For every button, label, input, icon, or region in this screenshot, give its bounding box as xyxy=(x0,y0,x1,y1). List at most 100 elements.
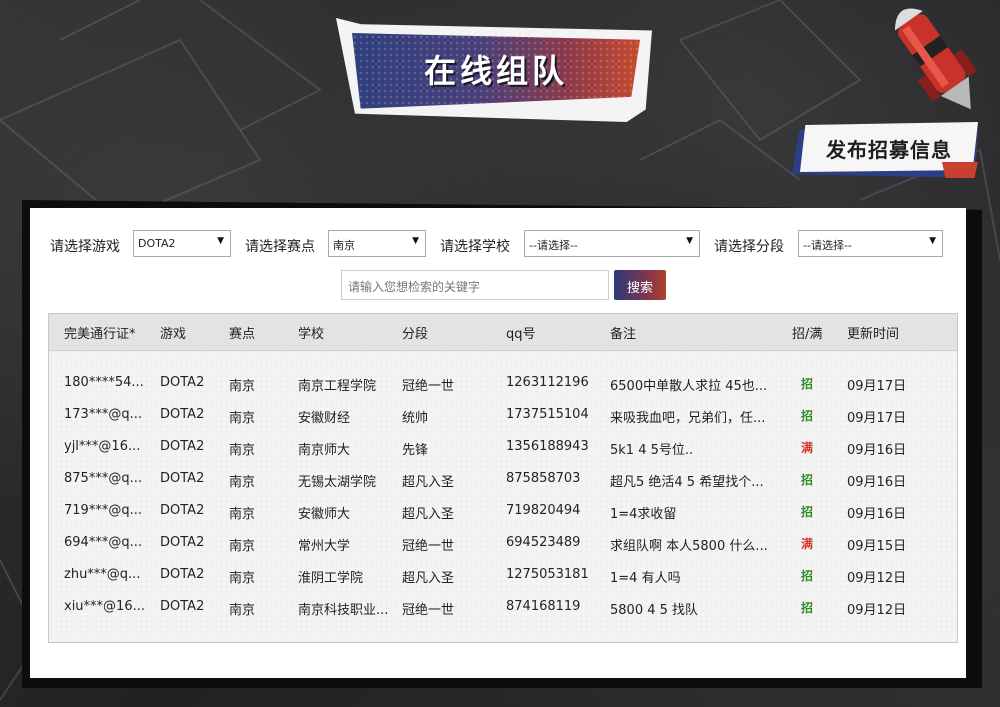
cell-venue: 南京 xyxy=(229,571,256,586)
rank-filter-label: 请选择分段 xyxy=(714,239,784,255)
cell-school: 南京师大 xyxy=(298,443,351,458)
cell-qq[interactable]: 694523489 xyxy=(506,535,580,550)
title-banner: 在线组队 xyxy=(330,14,660,126)
cell-account: xiu***@16... xyxy=(64,599,145,614)
table-row[interactable]: 694***@q... DOTA2 南京 常州大学 冠绝一世 694523489 求组队啊 … xyxy=(49,527,957,559)
venue-filter-label: 请选择赛点 xyxy=(245,239,315,255)
cell-school: 常州大学 xyxy=(298,539,351,554)
cell-rank: 超凡入圣 xyxy=(402,475,455,490)
cell-account: 694***@q... xyxy=(64,535,142,550)
header-status: 招/满 xyxy=(792,327,823,342)
table-row[interactable]: xiu***@16... DOTA2 南京 南京科技职业... 冠绝一世 87416811… xyxy=(49,591,957,623)
publish-recruitment-button[interactable]: 发布招募信息 xyxy=(792,122,982,178)
table-row[interactable]: 180****54... DOTA2 南京 南京工程学院 冠绝一世 1263112196 6… xyxy=(49,367,957,399)
cell-venue: 南京 xyxy=(229,507,256,522)
cell-qq[interactable]: 1737515104 xyxy=(506,407,589,422)
cell-qq[interactable]: 719820494 xyxy=(506,503,580,518)
cell-note: 超凡5 绝活4 5 希望找个... xyxy=(610,475,764,490)
cell-account: 719***@q... xyxy=(64,503,142,518)
team-panel: 请选择游戏 DOTA2 ▼ 请选择赛点 南京 ▼ 请选择学校 --请选择-- ▼… xyxy=(30,208,966,678)
cell-school: 无锡太湖学院 xyxy=(298,475,377,490)
cell-note: 1=4求收留 xyxy=(610,507,677,522)
table-row[interactable]: 173***@q... DOTA2 南京 安徽财经 统帅 1737515104 来吸我血吧，… xyxy=(49,399,957,431)
cell-school: 南京工程学院 xyxy=(298,379,377,394)
cell-status: 招 xyxy=(801,409,814,423)
game-filter-label: 请选择游戏 xyxy=(50,239,120,255)
chevron-down-icon: ▼ xyxy=(686,236,693,246)
table-row[interactable]: yjl***@16... DOTA2 南京 南京师大 先锋 1356188943 5k1 4… xyxy=(49,431,957,463)
table-row[interactable]: 719***@q... DOTA2 南京 安徽师大 超凡入圣 719820494 1=4求收… xyxy=(49,495,957,527)
cell-game: DOTA2 xyxy=(160,503,205,518)
cell-updated: 09月15日 xyxy=(847,539,907,554)
cell-updated: 09月17日 xyxy=(847,411,907,426)
cell-rank: 冠绝一世 xyxy=(402,603,455,618)
school-select-value: --请选择-- xyxy=(529,239,578,252)
school-filter-label: 请选择学校 xyxy=(440,239,510,255)
cell-venue: 南京 xyxy=(229,603,256,618)
cell-game: DOTA2 xyxy=(160,599,205,614)
cell-updated: 09月16日 xyxy=(847,475,907,490)
school-select[interactable]: --请选择-- ▼ xyxy=(524,230,700,257)
rank-select[interactable]: --请选择-- ▼ xyxy=(798,230,943,257)
table-row[interactable]: zhu***@q... DOTA2 南京 淮阴工学院 超凡入圣 1275053181 1=4… xyxy=(49,559,957,591)
game-select[interactable]: DOTA2 ▼ xyxy=(133,230,231,257)
cell-updated: 09月16日 xyxy=(847,507,907,522)
publish-button-accent xyxy=(942,162,978,178)
rank-select-value: --请选择-- xyxy=(803,239,852,252)
header-rank: 分段 xyxy=(402,327,429,342)
cell-qq[interactable]: 1275053181 xyxy=(506,567,589,582)
cell-game: DOTA2 xyxy=(160,535,205,550)
cell-venue: 南京 xyxy=(229,379,256,394)
cell-account: 180****54... xyxy=(64,375,144,390)
cell-status: 满 xyxy=(801,441,814,455)
cell-game: DOTA2 xyxy=(160,439,205,454)
cell-qq[interactable]: 1356188943 xyxy=(506,439,589,454)
cell-note: 1=4 有人吗 xyxy=(610,571,681,586)
header-note: 备注 xyxy=(610,327,637,342)
cell-status: 招 xyxy=(801,377,814,391)
cell-venue: 南京 xyxy=(229,443,256,458)
cell-qq[interactable]: 875858703 xyxy=(506,471,580,486)
cell-status: 招 xyxy=(801,601,814,615)
header-venue: 赛点 xyxy=(229,327,256,342)
cell-status: 满 xyxy=(801,537,814,551)
header-qq: qq号 xyxy=(506,327,536,342)
cell-account: 875***@q... xyxy=(64,471,142,486)
cell-school: 淮阴工学院 xyxy=(298,571,364,586)
cell-rank: 统帅 xyxy=(402,411,429,426)
table-row[interactable]: 875***@q... DOTA2 南京 无锡太湖学院 超凡入圣 875858703 超凡5… xyxy=(49,463,957,495)
search-input[interactable]: 请输入您想检索的关键字 xyxy=(341,270,609,300)
cell-account: 173***@q... xyxy=(64,407,142,422)
cell-note: 求组队啊 本人5800 什么... xyxy=(610,539,768,554)
cell-qq[interactable]: 1263112196 xyxy=(506,375,589,390)
cell-qq[interactable]: 874168119 xyxy=(506,599,580,614)
cell-school: 安徽财经 xyxy=(298,411,351,426)
cell-game: DOTA2 xyxy=(160,471,205,486)
venue-select[interactable]: 南京 ▼ xyxy=(328,230,426,257)
cell-venue: 南京 xyxy=(229,475,256,490)
cell-updated: 09月16日 xyxy=(847,443,907,458)
cell-note: 5800 4 5 找队 xyxy=(610,603,699,618)
header-school: 学校 xyxy=(298,327,325,342)
search-button[interactable]: 搜索 xyxy=(614,270,666,300)
cell-updated: 09月12日 xyxy=(847,571,907,586)
cell-school: 南京科技职业... xyxy=(298,603,389,618)
cell-venue: 南京 xyxy=(229,411,256,426)
chevron-down-icon: ▼ xyxy=(412,236,419,246)
cell-account: zhu***@q... xyxy=(64,567,141,582)
cell-rank: 冠绝一世 xyxy=(402,379,455,394)
cell-school: 安徽师大 xyxy=(298,507,351,522)
publish-button-label: 发布招募信息 xyxy=(826,138,952,162)
cell-note: 6500中单散人求拉 45也... xyxy=(610,379,768,394)
chevron-down-icon: ▼ xyxy=(929,236,936,246)
team-table: 完美通行证* 游戏 赛点 学校 分段 qq号 备注 招/满 更新时间 180**… xyxy=(48,313,958,643)
cell-venue: 南京 xyxy=(229,539,256,554)
cell-rank: 超凡入圣 xyxy=(402,507,455,522)
cell-game: DOTA2 xyxy=(160,407,205,422)
header-game: 游戏 xyxy=(160,327,187,342)
cell-game: DOTA2 xyxy=(160,567,205,582)
cell-updated: 09月17日 xyxy=(847,379,907,394)
rocket-icon xyxy=(880,0,1000,118)
table-header: 完美通行证* 游戏 赛点 学校 分段 qq号 备注 招/满 更新时间 xyxy=(49,314,957,351)
cell-note: 5k1 4 5号位.. xyxy=(610,443,694,458)
